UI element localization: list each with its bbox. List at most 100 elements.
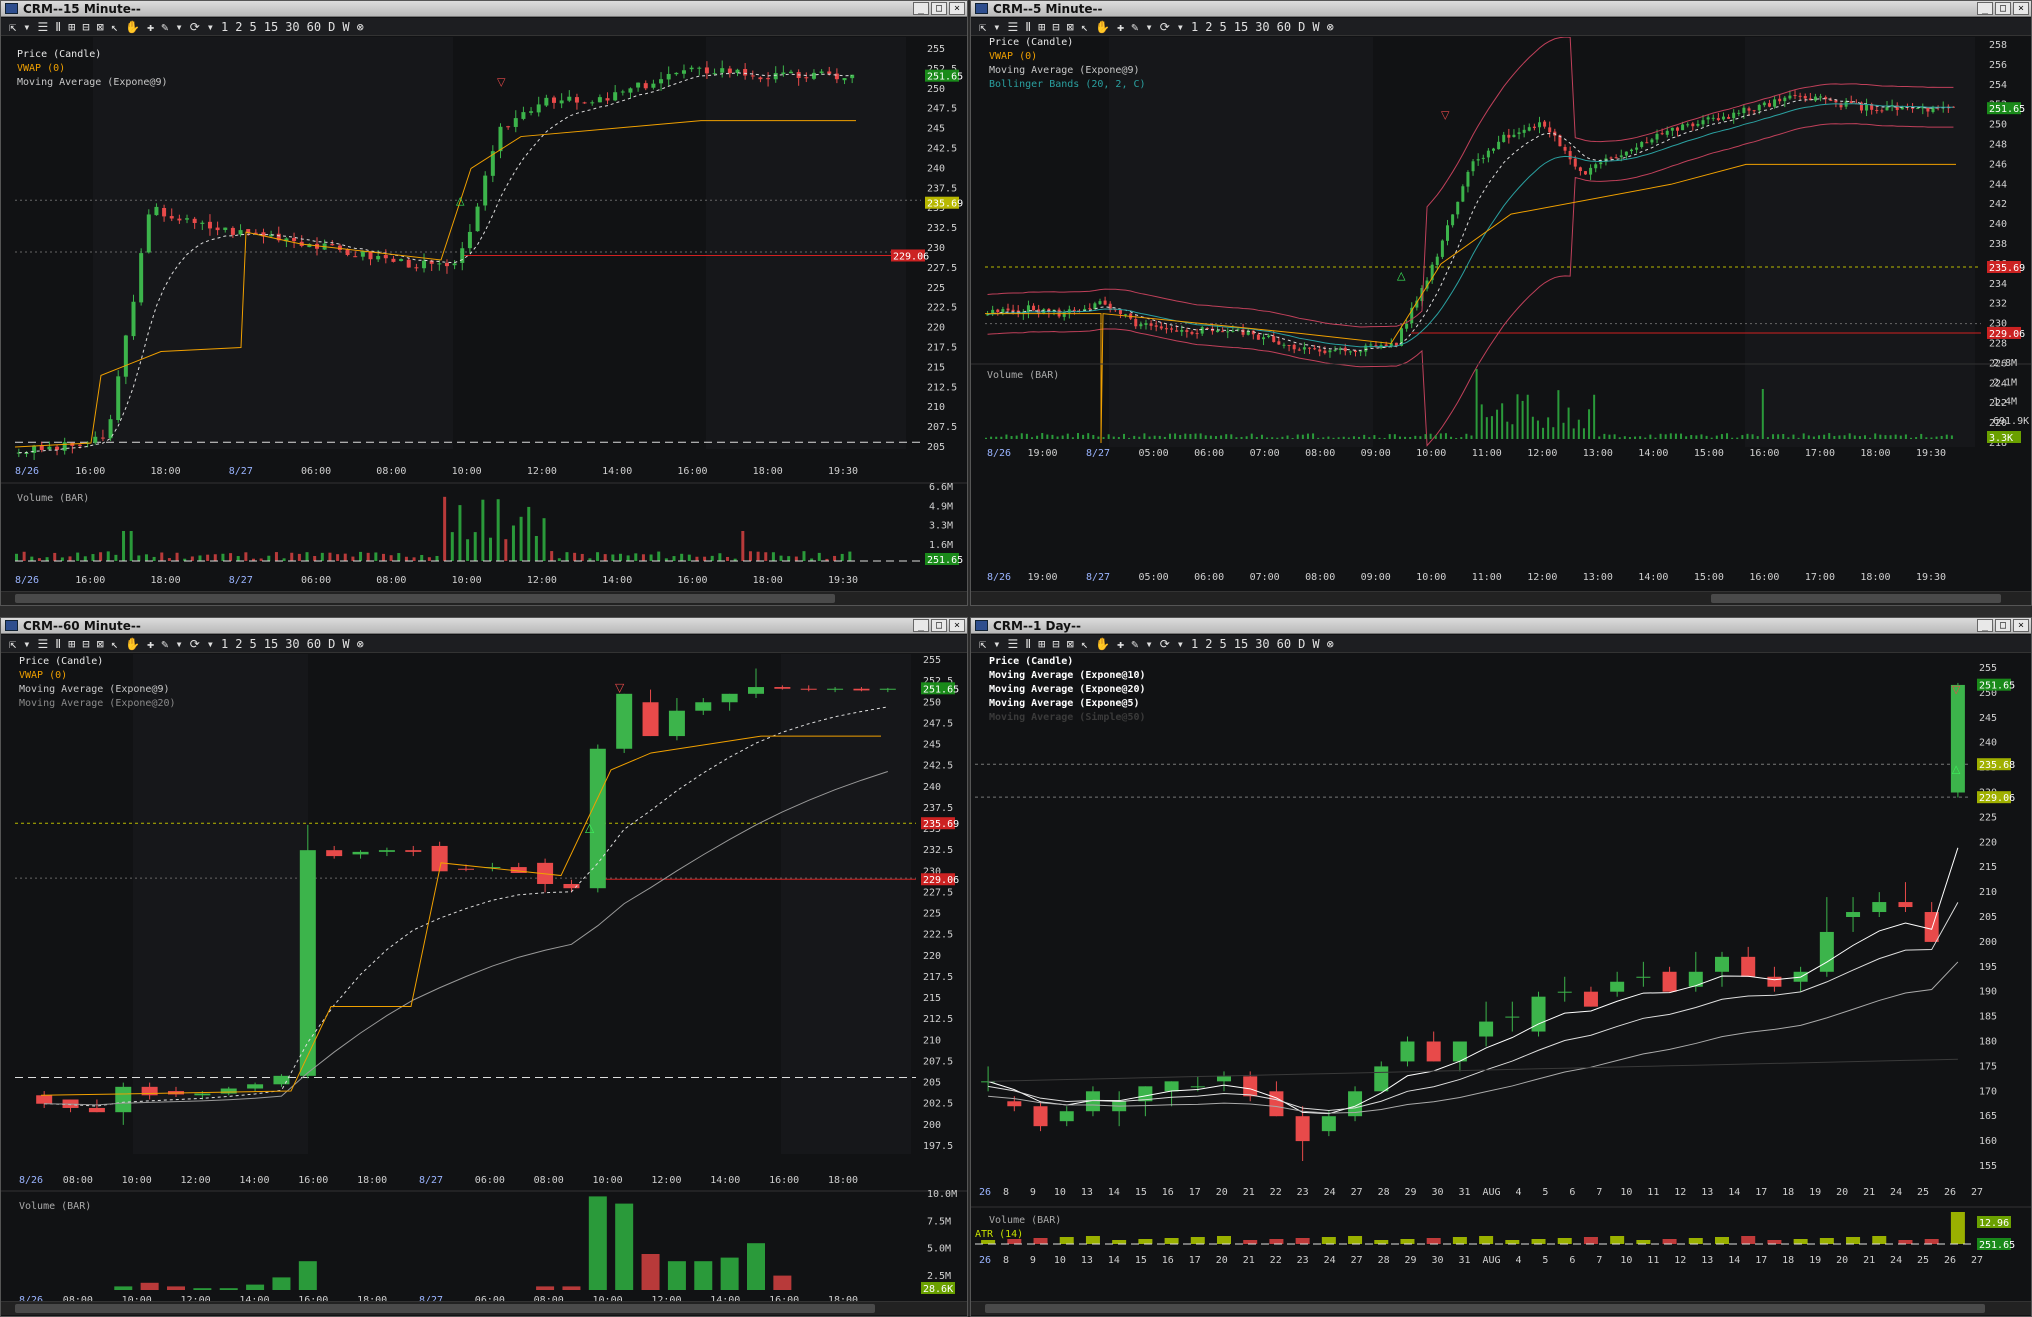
interval-5[interactable]: 5 [1218,636,1229,652]
close-button[interactable]: × [949,2,965,15]
dropdown-icon[interactable]: ▾ [991,636,1002,652]
cancel-icon[interactable]: ⊗ [355,636,366,652]
scroll-thumb[interactable] [985,1304,1985,1313]
grid2-icon[interactable]: ⊟ [80,636,91,652]
grid3-icon[interactable]: ⊠ [1065,636,1076,652]
pane-titlebar[interactable]: CRM--15 Minute-- _ □ × [1,1,967,17]
cancel-icon[interactable]: ⊗ [355,19,366,35]
price-chart[interactable]: ▽△25525024524023523022522021521020520019… [971,654,2032,1317]
hand-icon[interactable]: ✋ [1093,636,1112,652]
interval-2[interactable]: 2 [233,19,244,35]
interval-60[interactable]: 60 [1275,636,1293,652]
interval-60[interactable]: 60 [1275,19,1293,35]
grid3-icon[interactable]: ⊠ [1065,19,1076,35]
interval-15[interactable]: 15 [262,19,280,35]
scroll-thumb[interactable] [15,1304,875,1313]
cursor-icon[interactable]: ↖ [109,19,120,35]
chart-pane-1day[interactable]: CRM--1 Day-- _ □ × ⇱ ▾ ☰ Ⅱ ⊞ ⊟ ⊠ ↖ ✋ ✚ ✎ ▾ ⟳ ▾ 1 2 5 15 30… [970,617,2032,1317]
interval-1[interactable]: 1 [219,636,230,652]
interval-30[interactable]: 30 [283,19,301,35]
minimize-button[interactable]: _ [913,619,929,632]
maximize-button[interactable]: □ [931,619,947,632]
grid-icon[interactable]: ⊞ [66,19,77,35]
interval-5[interactable]: 5 [248,636,259,652]
grid-icon[interactable]: ⊞ [1036,636,1047,652]
menu-icon[interactable]: ☰ [35,636,50,652]
dropdown-icon[interactable]: ▾ [991,19,1002,35]
pause-icon[interactable]: Ⅱ [1023,19,1033,35]
pencil-icon[interactable]: ✎ [159,636,170,652]
horizontal-scrollbar[interactable] [1,1301,967,1315]
cancel-icon[interactable]: ⊗ [1325,636,1336,652]
refresh-icon[interactable]: ⟳ [188,19,202,35]
interval-day[interactable]: D [1296,636,1307,652]
pencil-icon[interactable]: ✎ [1129,636,1140,652]
minimize-button[interactable]: _ [913,2,929,15]
dropdown-icon[interactable]: ▾ [21,636,32,652]
home-icon[interactable]: ⇱ [977,636,988,652]
pause-icon[interactable]: Ⅱ [53,19,63,35]
pause-icon[interactable]: Ⅱ [53,636,63,652]
crosshair-icon[interactable]: ✚ [1115,19,1126,35]
price-chart[interactable]: ▽△25825625425225024824624424224023823623… [971,37,2032,606]
dropdown-icon[interactable]: ▾ [174,19,185,35]
cursor-icon[interactable]: ↖ [1079,19,1090,35]
interval-30[interactable]: 30 [1253,636,1271,652]
refresh-icon[interactable]: ⟳ [1158,636,1172,652]
home-icon[interactable]: ⇱ [7,19,18,35]
dropdown-icon[interactable]: ▾ [1175,19,1186,35]
interval-15[interactable]: 15 [262,636,280,652]
close-button[interactable]: × [2013,619,2029,632]
maximize-button[interactable]: □ [1995,619,2011,632]
interval-day[interactable]: D [326,636,337,652]
pane-titlebar[interactable]: CRM--60 Minute-- _ □ × [1,618,967,634]
crosshair-icon[interactable]: ✚ [1115,636,1126,652]
pane-titlebar[interactable]: CRM--5 Minute-- _ □ × [971,1,2031,17]
menu-icon[interactable]: ☰ [1005,19,1020,35]
grid3-icon[interactable]: ⊠ [95,19,106,35]
minimize-button[interactable]: _ [1977,2,1993,15]
interval-week[interactable]: W [1310,19,1321,35]
horizontal-scrollbar[interactable] [971,1301,2031,1315]
grid2-icon[interactable]: ⊟ [80,19,91,35]
crosshair-icon[interactable]: ✚ [145,19,156,35]
close-button[interactable]: × [949,619,965,632]
price-chart[interactable]: ▽△255252.5250247.5245242.5240237.5235232… [1,37,968,606]
pencil-icon[interactable]: ✎ [159,19,170,35]
cursor-icon[interactable]: ↖ [109,636,120,652]
interval-week[interactable]: W [340,19,351,35]
dropdown-icon[interactable]: ▾ [174,636,185,652]
price-chart[interactable]: ▽△255252.5250247.5245242.5240237.5235232… [1,654,968,1317]
interval-1[interactable]: 1 [1189,636,1200,652]
grid-icon[interactable]: ⊞ [1036,19,1047,35]
cursor-icon[interactable]: ↖ [1079,636,1090,652]
scroll-thumb[interactable] [15,594,835,603]
interval-day[interactable]: D [1296,19,1307,35]
maximize-button[interactable]: □ [1995,2,2011,15]
interval-day[interactable]: D [326,19,337,35]
interval-2[interactable]: 2 [233,636,244,652]
chart-pane-15min[interactable]: CRM--15 Minute-- _ □ × ⇱ ▾ ☰ Ⅱ ⊞ ⊟ ⊠ ↖ ✋ ✚ ✎ ▾ ⟳ ▾ 1 2 5… [0,0,968,606]
pane-titlebar[interactable]: CRM--1 Day-- _ □ × [971,618,2031,634]
menu-icon[interactable]: ☰ [1005,636,1020,652]
interval-2[interactable]: 2 [1203,636,1214,652]
home-icon[interactable]: ⇱ [977,19,988,35]
interval-15[interactable]: 15 [1232,636,1250,652]
grid2-icon[interactable]: ⊟ [1050,19,1061,35]
horizontal-scrollbar[interactable] [1,591,967,605]
interval-60[interactable]: 60 [305,19,323,35]
home-icon[interactable]: ⇱ [7,636,18,652]
menu-icon[interactable]: ☰ [35,19,50,35]
interval-2[interactable]: 2 [1203,19,1214,35]
cancel-icon[interactable]: ⊗ [1325,19,1336,35]
grid3-icon[interactable]: ⊠ [95,636,106,652]
hand-icon[interactable]: ✋ [123,636,142,652]
interval-15[interactable]: 15 [1232,19,1250,35]
interval-week[interactable]: W [1310,636,1321,652]
hand-icon[interactable]: ✋ [1093,19,1112,35]
grid-icon[interactable]: ⊞ [66,636,77,652]
pencil-icon[interactable]: ✎ [1129,19,1140,35]
interval-week[interactable]: W [340,636,351,652]
minimize-button[interactable]: _ [1977,619,1993,632]
dropdown-icon[interactable]: ▾ [1144,19,1155,35]
